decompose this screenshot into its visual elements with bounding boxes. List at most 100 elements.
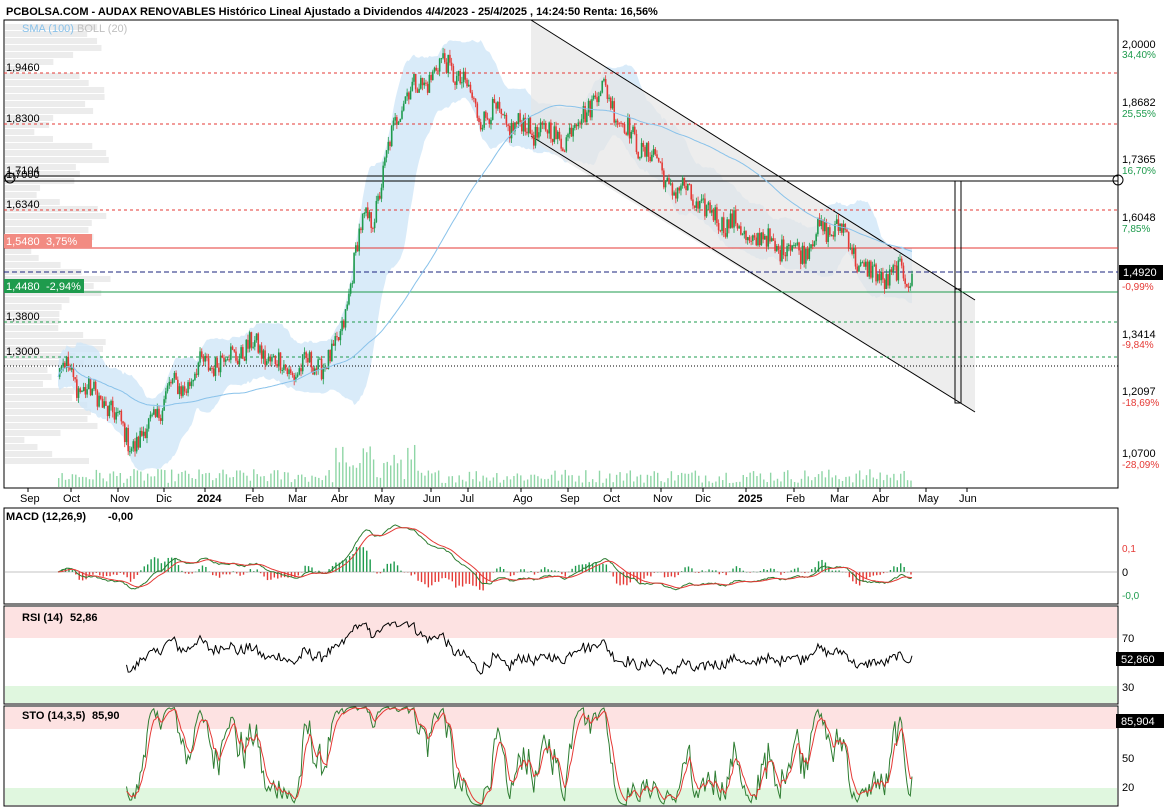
macd-title: MACD (12,26,9)	[6, 511, 86, 523]
macd-histogram-bar	[732, 568, 734, 572]
candle-body	[875, 264, 877, 282]
volume-bar	[561, 474, 563, 487]
volume-bar	[246, 475, 248, 487]
candle-body	[420, 77, 422, 89]
candle-body	[491, 98, 494, 120]
volume-profile-bar	[5, 451, 53, 457]
volume-profile-bar	[5, 52, 74, 58]
candle-body	[289, 369, 292, 374]
volume-bar	[342, 446, 344, 487]
candle-body	[791, 245, 794, 251]
candle-body	[447, 54, 450, 74]
volume-bar	[331, 482, 334, 487]
volume-bar	[88, 479, 91, 487]
volume-bar	[253, 469, 255, 487]
macd-histogram-bar	[174, 557, 176, 572]
x-tick-label: May	[374, 493, 395, 505]
volume-profile-bar	[5, 213, 107, 219]
volume-bar	[739, 481, 741, 487]
candle-body	[779, 249, 782, 262]
volume-bar	[307, 481, 310, 487]
macd-histogram-bar	[876, 572, 878, 576]
candle-body	[182, 386, 184, 396]
candle-body	[717, 222, 720, 231]
macd-histogram-bar	[198, 569, 200, 572]
volume-bar	[390, 465, 392, 487]
candle-body	[317, 359, 319, 371]
candle-body	[781, 239, 783, 262]
macd-histogram-bar	[465, 572, 467, 584]
volume-bar	[482, 475, 484, 487]
candle-body	[637, 152, 639, 159]
macd-histogram-bar	[249, 569, 252, 572]
volume-bar	[516, 473, 519, 487]
volume-bar	[715, 481, 717, 487]
macd-histogram-bar	[146, 564, 149, 572]
volume-bar	[544, 479, 546, 487]
volume-bar	[396, 463, 399, 487]
rsi-value: 52,86	[70, 612, 98, 624]
volume-bar	[684, 473, 686, 487]
axis-labels: Sep Oct Nov Dic 2024 Feb Mar Abr May Jun Jul Ago Sep…	[20, 488, 977, 505]
candle-body	[885, 274, 888, 290]
volume-bar	[509, 479, 512, 487]
candle-body	[868, 261, 871, 277]
macd-histogram-bar	[533, 572, 536, 575]
macd-histogram-bar	[561, 572, 563, 575]
candle-body	[271, 356, 273, 362]
candle-body	[861, 262, 864, 264]
volume-bar	[759, 473, 762, 487]
candle-body	[264, 350, 266, 365]
volume-bar	[393, 454, 395, 487]
volume-bar	[639, 474, 642, 487]
volume-bar	[550, 474, 553, 487]
macd-histogram-bar	[417, 572, 419, 581]
volume-bar	[828, 469, 830, 487]
macd-histogram-bar	[571, 568, 573, 572]
volume-profile-bar	[5, 409, 91, 415]
macd-histogram-bar	[441, 572, 443, 579]
macd-histogram-bar	[153, 557, 156, 572]
stock-chart: Sep Oct Nov Dic 2024 Feb Mar Abr May Jun Jul Ago Sep…	[3, 6, 1164, 807]
candle-body	[207, 358, 210, 371]
candle-body	[632, 126, 634, 133]
macd-histogram-bar	[520, 569, 522, 572]
candle-body	[132, 441, 135, 449]
candle-body	[437, 70, 439, 72]
volume-bar	[314, 476, 317, 487]
volume-bar	[194, 478, 197, 487]
macd-histogram-bar	[879, 572, 881, 575]
candle-body	[240, 347, 242, 359]
candle-body	[577, 122, 580, 127]
candle-body	[74, 377, 76, 380]
candle-body	[729, 213, 732, 229]
candle-body	[454, 81, 456, 85]
volume-bar	[461, 479, 464, 487]
x-tick-label: Abr	[331, 493, 348, 505]
candle-body	[421, 77, 424, 86]
candle-body	[202, 356, 205, 362]
candle-body	[507, 124, 509, 126]
candle-body	[579, 122, 581, 124]
volume-bar	[129, 476, 132, 487]
volume-bar	[783, 471, 786, 487]
candle-body	[642, 142, 645, 147]
candle-body	[91, 388, 94, 396]
candle-body	[224, 359, 227, 362]
candle-body	[764, 235, 766, 240]
macd-histogram-bar	[215, 572, 217, 576]
volume-bar	[215, 478, 217, 487]
candle-body	[319, 358, 321, 360]
candle-body	[895, 265, 898, 281]
volume-bar	[259, 476, 262, 487]
volume-bar	[109, 473, 111, 487]
candle-body	[562, 148, 564, 152]
candle-body	[62, 362, 64, 367]
volume-bar	[745, 476, 748, 487]
candle-body	[265, 361, 268, 365]
volume-bar	[403, 479, 406, 487]
candle-body	[425, 82, 427, 84]
x-tick-label: Dic	[695, 493, 711, 505]
macd-histogram-bar	[769, 568, 772, 572]
volume-bar	[85, 477, 87, 487]
